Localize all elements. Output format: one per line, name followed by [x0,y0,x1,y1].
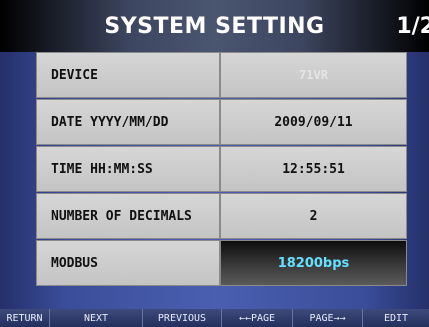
page-title: SYSTEM SETTING [104,14,325,39]
page-back-button[interactable]: ←←PAGE [222,309,293,327]
previous-button[interactable]: PREVIOUS [143,309,222,327]
modbus-value: 18200bps [277,255,350,271]
setting-row-time: TIME HH:MM:SS 12:55:51 [36,146,407,192]
time-label: TIME HH:MM:SS [51,161,153,177]
device-value: 71VR [299,68,328,82]
date-label-cell: DATE YYYY/MM/DD [36,99,220,145]
page-indicator: 1/2 [396,14,429,39]
return-button[interactable]: RETURN [0,309,50,327]
decimals-label-cell: NUMBER OF DECIMALS [36,193,220,239]
setting-row-date: DATE YYYY/MM/DD 2009/09/11 [36,99,407,145]
decimals-value: 2 [309,208,318,224]
title-bar: SYSTEM SETTING 1/2 [0,0,429,52]
edit-button[interactable]: EDIT [363,309,429,327]
settings-table: DEVICE 71VR DATE YYYY/MM/DD 2009/09/11 T… [36,52,407,286]
setting-row-decimals: NUMBER OF DECIMALS 2 [36,193,407,239]
time-value-cell[interactable]: 12:55:51 [220,146,407,192]
modbus-label: MODBUS [51,255,98,271]
modbus-label-cell: MODBUS [36,240,220,286]
setting-row-modbus: MODBUS 18200bps [36,240,407,286]
date-label: DATE YYYY/MM/DD [51,114,169,130]
device-value-cell: 71VR [220,52,407,98]
modbus-value-cell[interactable]: 18200bps [220,240,407,286]
device-label: DEVICE [51,67,98,83]
setting-row-device: DEVICE 71VR [36,52,407,98]
date-value-cell[interactable]: 2009/09/11 [220,99,407,145]
next-button[interactable]: NEXT [50,309,143,327]
date-value: 2009/09/11 [274,114,353,130]
device-label-cell: DEVICE [36,52,220,98]
decimals-value-cell[interactable]: 2 [220,193,407,239]
page-forward-button[interactable]: PAGE→→ [293,309,363,327]
time-value: 12:55:51 [282,161,345,177]
function-key-bar: RETURN NEXT PREVIOUS ←←PAGE PAGE→→ EDIT [0,309,429,327]
time-label-cell: TIME HH:MM:SS [36,146,220,192]
decimals-label: NUMBER OF DECIMALS [51,208,192,224]
